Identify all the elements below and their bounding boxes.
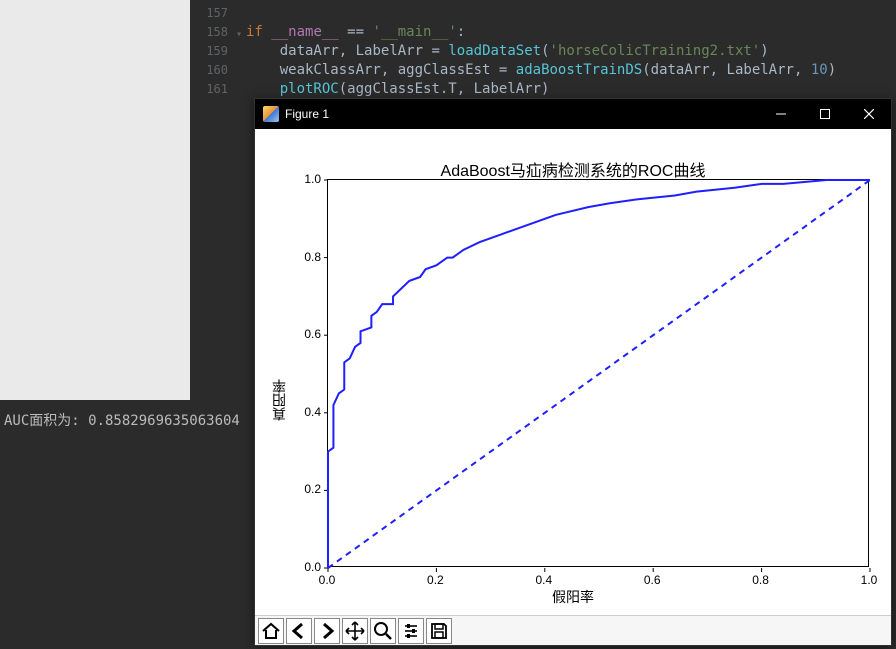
fold-icon[interactable]: ▾	[236, 25, 242, 44]
y-tick-label: 0.8	[297, 250, 321, 264]
configure-button[interactable]	[398, 618, 424, 644]
x-tick-label: 0.6	[644, 573, 661, 587]
save-button[interactable]	[426, 618, 452, 644]
matplotlib-toolbar	[255, 615, 891, 645]
save-icon	[428, 620, 450, 642]
figure-window[interactable]: Figure 1 AdaBoost马疝病检测系统的ROC曲线 真阳率 假阳率 0…	[254, 98, 892, 646]
x-axis-label: 假阳率	[255, 587, 891, 607]
auc-output: AUC面积为: 0.8582969635063604	[4, 413, 240, 429]
x-tick-label: 0.2	[427, 573, 444, 587]
zoom-icon	[372, 620, 394, 642]
code-content[interactable]: if __name__ == '__main__': dataArr, Labe…	[246, 4, 836, 99]
y-tick-label: 0.0	[297, 560, 321, 574]
matplotlib-icon	[263, 106, 279, 122]
configure-icon	[400, 620, 422, 642]
y-tick-label: 0.6	[297, 327, 321, 341]
close-button[interactable]	[847, 99, 891, 129]
x-tick-label: 0.0	[319, 573, 336, 587]
zoom-button[interactable]	[370, 618, 396, 644]
maximize-button[interactable]	[803, 99, 847, 129]
project-sidebar	[0, 0, 190, 400]
y-axis-label: 真阳率	[269, 379, 289, 421]
x-tick-label: 1.0	[861, 573, 878, 587]
minimize-button[interactable]	[759, 99, 803, 129]
y-tick-label: 1.0	[297, 172, 321, 186]
forward-icon	[316, 620, 338, 642]
line-gutter: 157158▾159160161	[190, 0, 234, 99]
y-tick-label: 0.4	[297, 405, 321, 419]
x-tick-label: 0.8	[752, 573, 769, 587]
plot-area	[327, 179, 869, 567]
window-titlebar[interactable]: Figure 1	[255, 99, 891, 129]
pan-button[interactable]	[342, 618, 368, 644]
y-tick-label: 0.2	[297, 482, 321, 496]
figure-canvas: AdaBoost马疝病检测系统的ROC曲线 真阳率 假阳率 0.0 0.2 0.4 0…	[255, 129, 891, 615]
chart-title: AdaBoost马疝病检测系统的ROC曲线	[255, 157, 891, 181]
forward-button[interactable]	[314, 618, 340, 644]
diagonal-line	[328, 180, 870, 568]
back-icon	[288, 620, 310, 642]
window-title: Figure 1	[285, 107, 759, 121]
home-icon	[260, 620, 282, 642]
x-tick-label: 0.4	[535, 573, 552, 587]
home-button[interactable]	[258, 618, 284, 644]
pan-icon	[344, 620, 366, 642]
back-button[interactable]	[286, 618, 312, 644]
